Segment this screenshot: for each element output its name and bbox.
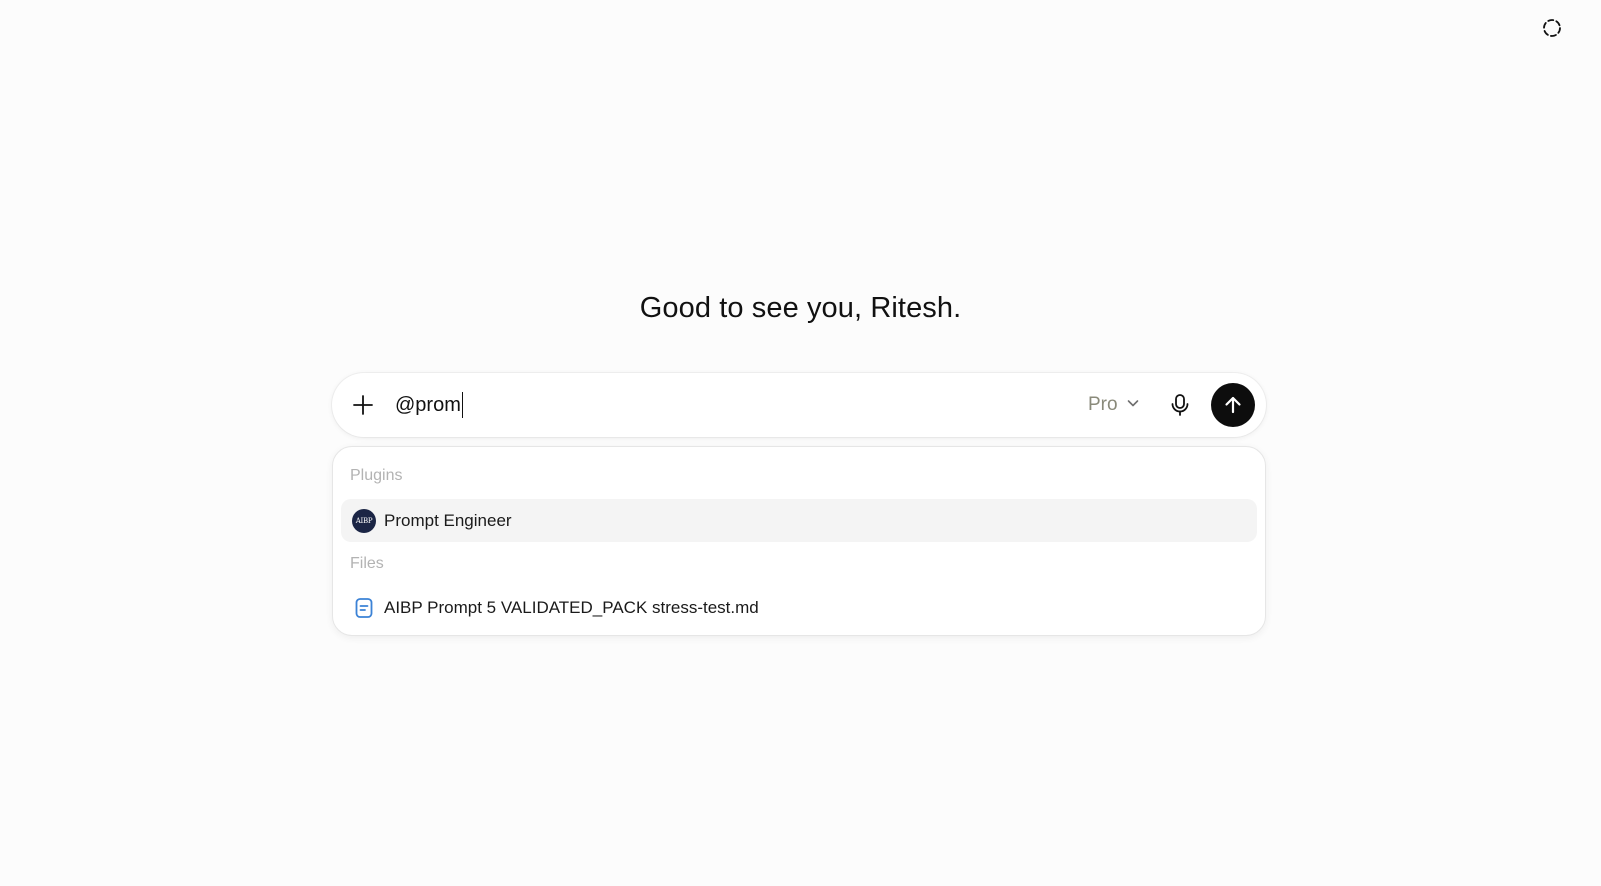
send-button[interactable] bbox=[1211, 383, 1255, 427]
files-section-label: Files bbox=[350, 555, 384, 572]
prompt-input[interactable]: @prom bbox=[395, 391, 464, 419]
arrow-up-icon bbox=[1222, 394, 1244, 416]
plugins-section-label: Plugins bbox=[350, 467, 403, 484]
plugin-avatar: AIBP bbox=[352, 508, 376, 533]
document-icon bbox=[352, 596, 376, 620]
greeting-title: Good to see you, Ritesh. bbox=[639, 292, 962, 324]
file-item[interactable]: AIBP Prompt 5 VALIDATED_PACK stress-test… bbox=[341, 586, 1257, 629]
text-caret bbox=[461, 392, 464, 418]
model-label: Pro bbox=[1088, 394, 1118, 415]
dashed-circle-icon[interactable] bbox=[1540, 16, 1564, 40]
microphone-icon[interactable] bbox=[1166, 391, 1194, 419]
plugin-avatar-text: AIBP bbox=[352, 508, 376, 533]
plus-icon[interactable] bbox=[349, 391, 377, 419]
chevron-down-icon bbox=[1126, 394, 1140, 416]
model-selector[interactable]: Pro bbox=[1088, 391, 1140, 419]
prompt-input-value: @prom bbox=[395, 393, 461, 416]
composer: @prom Pro bbox=[332, 373, 1266, 437]
plugin-item-prompt-engineer[interactable]: AIBP Prompt Engineer bbox=[341, 499, 1257, 542]
page: Good to see you, Ritesh. @prom Pro Plugi… bbox=[0, 0, 1601, 886]
file-item-label: AIBP Prompt 5 VALIDATED_PACK stress-test… bbox=[384, 597, 759, 617]
mention-suggestions: Plugins AIBP Prompt Engineer Files AIBP … bbox=[332, 446, 1266, 636]
plugin-item-label: Prompt Engineer bbox=[384, 510, 512, 530]
